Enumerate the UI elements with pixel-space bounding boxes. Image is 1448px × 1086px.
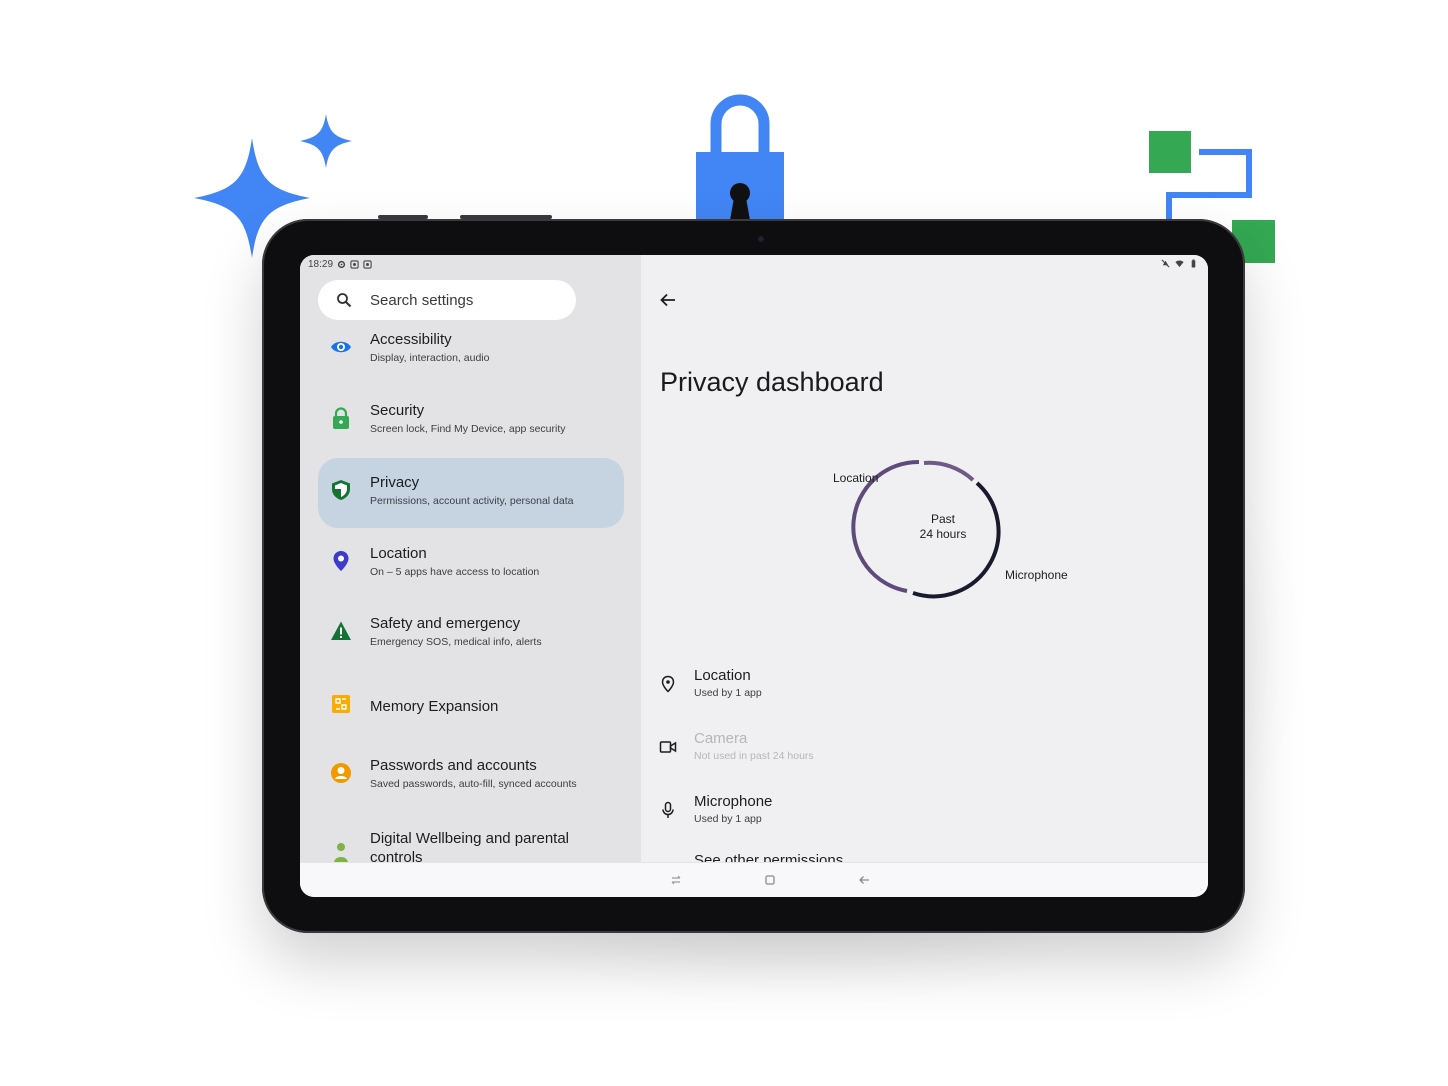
notification-icon	[350, 260, 359, 269]
settings-list-pane: 18:29 Search settings Accessibility Disp…	[300, 255, 641, 866]
shield-icon	[332, 480, 350, 500]
chart-center-line2: 24 hours	[919, 527, 967, 541]
sidebar-item-title: Safety and emergency	[370, 615, 521, 632]
location-pin-icon	[661, 675, 675, 693]
sidebar-item-safety-emergency[interactable]: Safety and emergency Emergency SOS, medi…	[318, 599, 624, 669]
tablet-screen: 18:29 Search settings Accessibility Disp…	[300, 255, 1208, 897]
sidebar-item-title: Passwords and accounts	[370, 757, 537, 774]
back-nav-icon[interactable]	[857, 873, 871, 887]
permission-row-camera[interactable]: Camera Not used in past 24 hours	[659, 730, 1059, 775]
sidebar-item-title: Accessibility	[370, 331, 452, 348]
sidebar-item-accessibility[interactable]: Accessibility Display, interaction, audi…	[318, 315, 624, 385]
permission-subtitle: Used by 1 app	[694, 687, 762, 699]
permission-title: Location	[694, 667, 751, 684]
chart-label-location: Location	[833, 471, 879, 485]
chart-label-microphone: Microphone	[1005, 568, 1068, 582]
see-other-permissions-link[interactable]: See other permissions	[694, 852, 843, 862]
sidebar-item-title: Privacy	[370, 474, 420, 491]
location-pin-icon	[333, 551, 349, 571]
sidebar-item-passwords-accounts[interactable]: Passwords and accounts Saved passwords, …	[318, 741, 624, 811]
sidebar-item-title: Memory Expansion	[370, 698, 499, 715]
permission-row-microphone[interactable]: Microphone Used by 1 app	[659, 793, 1059, 838]
chart-center-text: Past 24 hours	[903, 512, 983, 542]
search-bar[interactable]: Search settings	[318, 280, 576, 320]
sidebar-item-subtitle: On – 5 apps have access to location	[370, 566, 540, 578]
status-time: 18:29	[308, 259, 334, 270]
sidebar-item-subtitle: Emergency SOS, medical info, alerts	[370, 636, 542, 648]
search-placeholder: Search settings	[370, 292, 474, 309]
wellbeing-icon	[334, 843, 348, 863]
home-icon[interactable]	[763, 873, 777, 887]
sidebar-item-subtitle: Saved passwords, auto-fill, synced accou…	[370, 778, 577, 790]
sidebar-item-subtitle: Permissions, account activity, personal …	[370, 495, 574, 507]
recents-icon[interactable]	[669, 873, 683, 887]
sidebar-item-title: Security	[370, 402, 425, 419]
permission-title: Camera	[694, 730, 748, 747]
sidebar-item-title: Location	[370, 545, 427, 562]
system-navigation-bar	[300, 862, 1208, 897]
sidebar-item-memory-expansion[interactable]: Memory Expansion	[318, 672, 624, 742]
status-bar-left: 18:29	[308, 259, 372, 270]
sidebar-item-security[interactable]: Security Screen lock, Find My Device, ap…	[318, 386, 624, 456]
microphone-icon	[662, 801, 674, 818]
notification-icon	[363, 260, 372, 269]
warning-icon	[331, 621, 351, 640]
lock-icon	[696, 94, 784, 222]
chart-center-line1: Past	[930, 512, 955, 526]
permission-row-location[interactable]: Location Used by 1 app	[659, 667, 1059, 712]
permission-subtitle: Used by 1 app	[694, 813, 762, 825]
sidebar-item-subtitle: Screen lock, Find My Device, app securit…	[370, 423, 566, 435]
sidebar-item-subtitle: Display, interaction, audio	[370, 352, 490, 364]
search-icon	[337, 293, 352, 308]
padlock-icon	[333, 407, 349, 429]
eye-icon	[331, 341, 351, 353]
permission-subtitle: Not used in past 24 hours	[694, 750, 814, 762]
privacy-dashboard-pane: Privacy dashboard Location Microphone Pa…	[641, 255, 1208, 862]
video-camera-icon	[659, 741, 677, 753]
permission-title: Microphone	[694, 793, 773, 810]
settings-gear-icon	[337, 260, 346, 269]
usage-ring-chart	[851, 459, 1001, 599]
see-other-row-clip: See other permissions	[641, 845, 1208, 862]
sidebar-item-location[interactable]: Location On – 5 apps have access to loca…	[318, 529, 624, 599]
memory-chip-icon	[332, 695, 350, 713]
account-icon	[331, 763, 351, 783]
sidebar-item-privacy[interactable]: Privacy Permissions, account activity, p…	[318, 458, 624, 528]
location-usage-arc	[923, 460, 975, 482]
front-camera	[758, 236, 764, 242]
